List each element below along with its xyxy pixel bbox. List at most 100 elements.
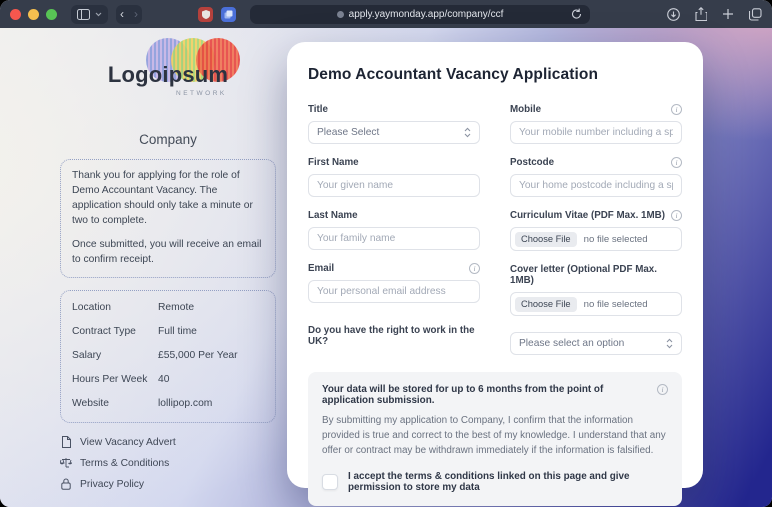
consent-body: By submitting my application to Company,… bbox=[322, 414, 668, 459]
form-column-left: Title Please Select First Name Last Name… bbox=[308, 104, 480, 355]
info-icon[interactable]: i bbox=[469, 263, 480, 274]
downloads-button-icon[interactable] bbox=[667, 8, 680, 21]
forward-button[interactable]: › bbox=[134, 8, 138, 20]
logo-wordmark: Logoipsum bbox=[60, 62, 276, 88]
detail-row: Hours Per Week 40 bbox=[72, 368, 264, 392]
title-label: Title bbox=[308, 104, 328, 115]
detail-value: £55,000 Per Year bbox=[158, 349, 238, 364]
link-privacy-policy[interactable]: Privacy Policy bbox=[60, 478, 276, 490]
site-lock-icon bbox=[337, 11, 344, 18]
share-button-icon[interactable] bbox=[695, 7, 707, 21]
browser-window: ‹ › apply.yaymonday.app/company/ccf bbox=[0, 0, 772, 507]
link-view-vacancy-advert[interactable]: View Vacancy Advert bbox=[60, 436, 276, 448]
address-bar[interactable]: apply.yaymonday.app/company/ccf bbox=[250, 5, 590, 24]
new-tab-button-icon[interactable] bbox=[722, 8, 734, 20]
company-logo: Logoipsum NETWORK bbox=[60, 34, 276, 126]
page-background: Logoipsum NETWORK Company Thank you for … bbox=[0, 28, 772, 507]
mobile-label: Mobile bbox=[510, 104, 541, 115]
intro-paragraph: Once submitted, you will receive an emai… bbox=[72, 238, 264, 268]
logo-subtitle: NETWORK bbox=[176, 90, 227, 97]
close-window-button[interactable] bbox=[10, 9, 21, 20]
extension-adblock-button[interactable] bbox=[198, 7, 213, 22]
postcode-input[interactable] bbox=[510, 174, 682, 197]
postcode-label: Postcode bbox=[510, 157, 554, 168]
reload-icon bbox=[571, 8, 582, 20]
right-to-work-question: Do you have the right to work in the UK? bbox=[308, 325, 480, 347]
title-select-value: Please Select bbox=[317, 127, 379, 138]
cv-label: Curriculum Vitae (PDF Max. 1MB) bbox=[510, 210, 665, 221]
cv-file-input[interactable]: Choose File no file selected bbox=[510, 227, 682, 251]
select-stepper-icon bbox=[666, 338, 673, 349]
sidebar-links: View Vacancy Advert Terms & Conditions P… bbox=[60, 436, 276, 507]
right-to-work-select[interactable]: Please select an option bbox=[510, 332, 682, 355]
info-icon[interactable]: i bbox=[657, 384, 668, 395]
copy-icon bbox=[224, 10, 233, 19]
accept-terms-label: I accept the terms & conditions linked o… bbox=[348, 471, 668, 493]
sidebar-toggle-button[interactable] bbox=[71, 5, 108, 24]
first-name-input[interactable] bbox=[308, 174, 480, 197]
detail-row: Website lollipop.com bbox=[72, 392, 264, 416]
intro-box: Thank you for applying for the role of D… bbox=[60, 159, 276, 278]
rtw-select-value: Please select an option bbox=[519, 338, 624, 349]
extension-password-button[interactable] bbox=[221, 7, 236, 22]
last-name-label: Last Name bbox=[308, 210, 358, 221]
consent-heading: Your data will be stored for up to 6 mon… bbox=[322, 384, 647, 406]
scales-icon bbox=[60, 457, 72, 469]
info-icon[interactable]: i bbox=[671, 210, 682, 221]
vacancy-details-box: Location Remote Contract Type Full time … bbox=[60, 290, 276, 424]
email-label: Email bbox=[308, 263, 334, 274]
lock-icon bbox=[60, 478, 72, 490]
consent-panel: Your data will be stored for up to 6 mon… bbox=[308, 372, 682, 506]
cv-choose-file-button[interactable]: Choose File bbox=[515, 232, 577, 247]
select-stepper-icon bbox=[464, 127, 471, 138]
cover-letter-label: Cover letter (Optional PDF Max. 1MB) bbox=[510, 264, 682, 286]
sidebar-icon bbox=[77, 9, 90, 20]
detail-value: lollipop.com bbox=[158, 397, 212, 412]
cover-choose-file-button[interactable]: Choose File bbox=[515, 297, 577, 312]
minimize-window-button[interactable] bbox=[28, 9, 39, 20]
info-icon[interactable]: i bbox=[671, 157, 682, 168]
detail-label: Hours Per Week bbox=[72, 373, 158, 388]
url-text: apply.yaymonday.app/company/ccf bbox=[349, 9, 504, 20]
intro-paragraph: Thank you for applying for the role of D… bbox=[72, 169, 264, 229]
info-icon[interactable]: i bbox=[671, 104, 682, 115]
form-column-right: Mobile i Postcode i Curriculum Vitae (PD… bbox=[510, 104, 682, 355]
email-input[interactable] bbox=[308, 280, 480, 303]
back-button[interactable]: ‹ bbox=[120, 8, 124, 20]
detail-value: Remote bbox=[158, 301, 194, 316]
nav-buttons: ‹ › bbox=[116, 5, 142, 24]
form-title: Demo Accountant Vacancy Application bbox=[308, 66, 682, 84]
detail-row: Salary £55,000 Per Year bbox=[72, 344, 264, 368]
shield-icon bbox=[202, 10, 210, 19]
accept-terms-checkbox[interactable] bbox=[322, 474, 338, 490]
cover-letter-file-input[interactable]: Choose File no file selected bbox=[510, 292, 682, 316]
link-label: Terms & Conditions bbox=[80, 458, 169, 469]
detail-value: 40 bbox=[158, 373, 169, 388]
detail-label: Contract Type bbox=[72, 325, 158, 340]
detail-row: Contract Type Full time bbox=[72, 320, 264, 344]
cover-file-status: no file selected bbox=[584, 299, 648, 310]
link-label: Privacy Policy bbox=[80, 479, 144, 490]
zoom-window-button[interactable] bbox=[46, 9, 57, 20]
company-name: Company bbox=[60, 132, 276, 147]
link-terms-conditions[interactable]: Terms & Conditions bbox=[60, 457, 276, 469]
toolbar-actions bbox=[667, 7, 762, 21]
browser-toolbar: ‹ › apply.yaymonday.app/company/ccf bbox=[0, 0, 772, 28]
mobile-input[interactable] bbox=[510, 121, 682, 144]
detail-label: Website bbox=[72, 397, 158, 412]
reload-button[interactable] bbox=[571, 8, 582, 20]
vacancy-sidebar: Logoipsum NETWORK Company Thank you for … bbox=[60, 34, 276, 507]
link-label: View Vacancy Advert bbox=[80, 437, 176, 448]
detail-row: Location Remote bbox=[72, 297, 264, 321]
last-name-input[interactable] bbox=[308, 227, 480, 250]
first-name-label: First Name bbox=[308, 157, 359, 168]
detail-label: Location bbox=[72, 301, 158, 316]
title-select[interactable]: Please Select bbox=[308, 121, 480, 144]
detail-value: Full time bbox=[158, 325, 197, 340]
document-icon bbox=[60, 436, 72, 448]
application-card: Demo Accountant Vacancy Application Titl… bbox=[287, 42, 703, 488]
tab-overview-button-icon[interactable] bbox=[749, 8, 762, 21]
window-controls bbox=[10, 9, 57, 20]
cv-file-status: no file selected bbox=[584, 234, 648, 245]
chevron-down-icon bbox=[95, 12, 102, 17]
